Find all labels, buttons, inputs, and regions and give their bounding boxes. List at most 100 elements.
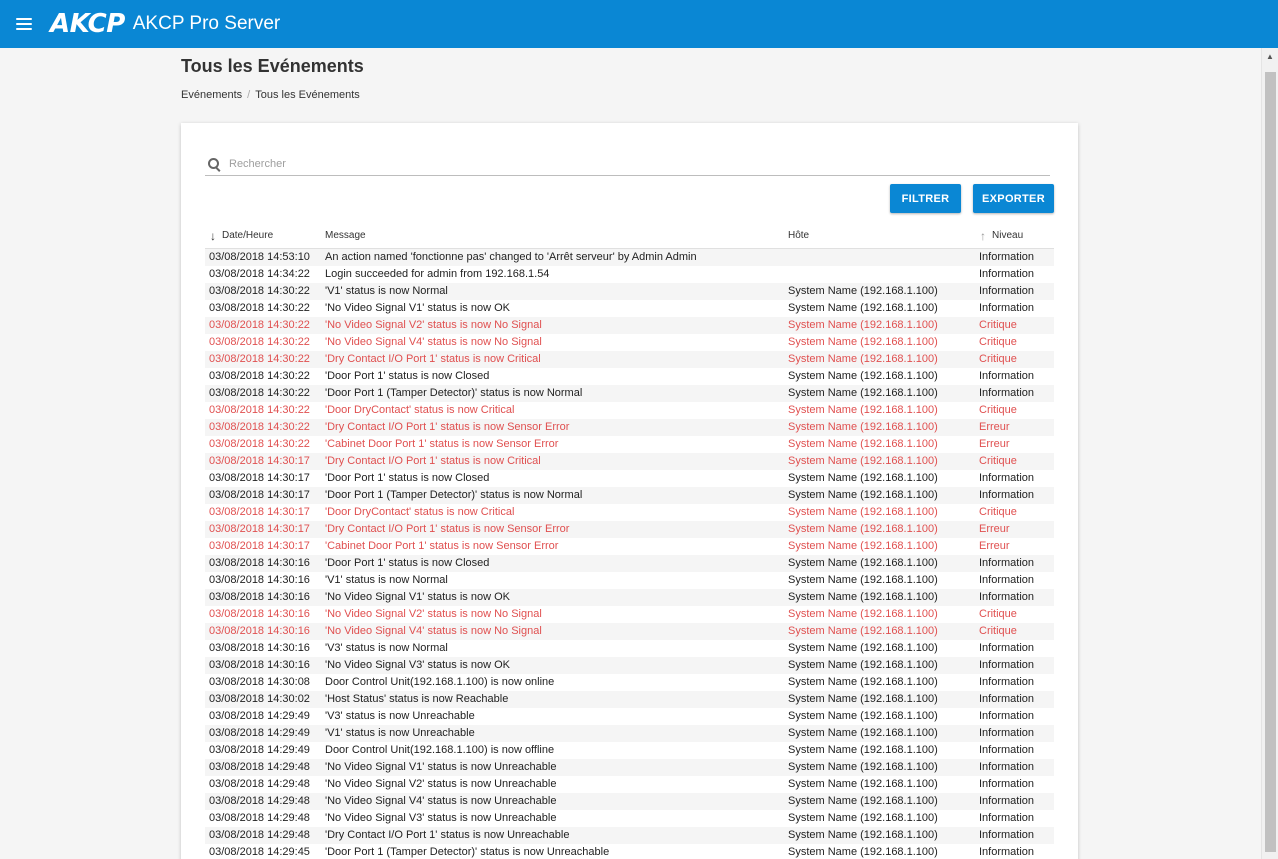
table-row[interactable]: 03/08/2018 14:29:49 'V1' status is now Un… xyxy=(205,725,1054,742)
cell-level: Information xyxy=(979,251,1035,263)
table-row[interactable]: 03/08/2018 14:29:48 'Dry Contact I/O Port… xyxy=(205,827,1054,844)
cell-host: System Name (192.168.1.100) xyxy=(788,710,938,722)
cell-level: Information xyxy=(979,812,1035,824)
table-row[interactable]: 03/08/2018 14:30:22 'No Video Signal V2' … xyxy=(205,317,1054,334)
table-row[interactable]: 03/08/2018 14:29:49 'V3' status is now Un… xyxy=(205,708,1054,725)
cell-host: System Name (192.168.1.100) xyxy=(788,387,938,399)
table-row[interactable]: 03/08/2018 14:30:17 'Door DryContact' sta… xyxy=(205,504,1054,521)
column-header-date[interactable]: ↓ Date/Heure xyxy=(210,223,273,249)
table-row[interactable]: 03/08/2018 14:30:16 'Door Port 1' status … xyxy=(205,555,1054,572)
cell-message: Door Control Unit(192.168.1.100) is now … xyxy=(325,744,555,756)
cell-date: 03/08/2018 14:53:10 xyxy=(209,251,310,263)
table-row[interactable]: 03/08/2018 14:34:22 Login succeeded for a… xyxy=(205,266,1054,283)
column-header-level[interactable]: ↑ Niveau xyxy=(980,223,1023,249)
table-row[interactable]: 03/08/2018 14:30:22 'Cabinet Door Port 1'… xyxy=(205,436,1054,453)
cell-host: System Name (192.168.1.100) xyxy=(788,438,938,450)
events-card: FILTRER EXPORTER ↓ Date/Heure Message Hô… xyxy=(181,123,1078,859)
cell-date: 03/08/2018 14:29:48 xyxy=(209,778,310,790)
column-header-message[interactable]: Message xyxy=(325,223,366,249)
cell-level: Information xyxy=(979,659,1035,671)
table-row[interactable]: 03/08/2018 14:30:22 'Dry Contact I/O Port… xyxy=(205,419,1054,436)
table-row[interactable]: 03/08/2018 14:30:22 'Dry Contact I/O Port… xyxy=(205,351,1054,368)
cell-level: Critique xyxy=(979,608,1017,620)
table-row[interactable]: 03/08/2018 14:30:22 'Door Port 1' status … xyxy=(205,368,1054,385)
arrow-up-icon: ↑ xyxy=(980,229,986,243)
cell-host: System Name (192.168.1.100) xyxy=(788,421,938,433)
cell-message: 'No Video Signal V4' status is now No Si… xyxy=(325,336,542,348)
scroll-up-arrow-icon[interactable]: ▲ xyxy=(1262,48,1278,66)
table-row[interactable]: 03/08/2018 14:29:45 'Door Port 1 (Tamper … xyxy=(205,844,1054,859)
cell-host: System Name (192.168.1.100) xyxy=(788,302,938,314)
cell-level: Information xyxy=(979,387,1035,399)
table-row[interactable]: 03/08/2018 14:30:16 'No Video Signal V3' … xyxy=(205,657,1054,674)
breadcrumb-item-events[interactable]: Evénements xyxy=(181,89,242,101)
table-row[interactable]: 03/08/2018 14:30:16 'No Video Signal V1' … xyxy=(205,589,1054,606)
breadcrumb: Evénements / Tous les Evénements xyxy=(181,89,360,101)
cell-message: 'No Video Signal V2' status is now No Si… xyxy=(325,608,542,620)
filter-button[interactable]: FILTRER xyxy=(890,184,961,213)
cell-host: System Name (192.168.1.100) xyxy=(788,489,938,501)
cell-message: 'V3' status is now Unreachable xyxy=(325,710,475,722)
cell-date: 03/08/2018 14:29:48 xyxy=(209,761,310,773)
cell-level: Erreur xyxy=(979,523,1010,535)
cell-message: 'No Video Signal V3' status is now OK xyxy=(325,659,510,671)
cell-level: Information xyxy=(979,676,1035,688)
table-row[interactable]: 03/08/2018 14:30:22 'V1' status is now No… xyxy=(205,283,1054,300)
cell-date: 03/08/2018 14:30:16 xyxy=(209,591,310,603)
table-row[interactable]: 03/08/2018 14:29:48 'No Video Signal V4' … xyxy=(205,793,1054,810)
cell-host: System Name (192.168.1.100) xyxy=(788,795,938,807)
cell-level: Information xyxy=(979,778,1035,790)
table-row[interactable]: 03/08/2018 14:30:17 'Door Port 1' status … xyxy=(205,470,1054,487)
cell-host: System Name (192.168.1.100) xyxy=(788,285,938,297)
table-row[interactable]: 03/08/2018 14:30:22 'No Video Signal V4' … xyxy=(205,334,1054,351)
table-row[interactable]: 03/08/2018 14:30:16 'V1' status is now No… xyxy=(205,572,1054,589)
cell-date: 03/08/2018 14:30:22 xyxy=(209,421,310,433)
table-row[interactable]: 03/08/2018 14:30:17 'Dry Contact I/O Port… xyxy=(205,453,1054,470)
menu-icon[interactable] xyxy=(16,18,32,30)
cell-date: 03/08/2018 14:34:22 xyxy=(209,268,310,280)
cell-host: System Name (192.168.1.100) xyxy=(788,608,938,620)
scrollbar-thumb[interactable] xyxy=(1265,72,1276,852)
table-row[interactable]: 03/08/2018 14:30:22 'Door DryContact' sta… xyxy=(205,402,1054,419)
table-row[interactable]: 03/08/2018 14:30:16 'V3' status is now No… xyxy=(205,640,1054,657)
column-header-host[interactable]: Hôte xyxy=(788,223,809,249)
cell-date: 03/08/2018 14:30:16 xyxy=(209,625,310,637)
cell-level: Information xyxy=(979,489,1035,501)
cell-level: Information xyxy=(979,642,1035,654)
cell-level: Critique xyxy=(979,506,1017,518)
cell-host: System Name (192.168.1.100) xyxy=(788,744,938,756)
cell-message: 'Door DryContact' status is now Critical xyxy=(325,404,515,416)
cell-host: System Name (192.168.1.100) xyxy=(788,676,938,688)
cell-level: Information xyxy=(979,302,1035,314)
table-row[interactable]: 03/08/2018 14:30:22 'Door Port 1 (Tamper … xyxy=(205,385,1054,402)
cell-host: System Name (192.168.1.100) xyxy=(788,472,938,484)
table-row[interactable]: 03/08/2018 14:30:17 'Door Port 1 (Tamper … xyxy=(205,487,1054,504)
cell-date: 03/08/2018 14:29:49 xyxy=(209,727,310,739)
table-row[interactable]: 03/08/2018 14:30:16 'No Video Signal V2' … xyxy=(205,606,1054,623)
cell-host: System Name (192.168.1.100) xyxy=(788,540,938,552)
table-row[interactable]: 03/08/2018 14:29:48 'No Video Signal V2' … xyxy=(205,776,1054,793)
table-row[interactable]: 03/08/2018 14:30:22 'No Video Signal V1' … xyxy=(205,300,1054,317)
table-row[interactable]: 03/08/2018 14:30:16 'No Video Signal V4' … xyxy=(205,623,1054,640)
cell-host: System Name (192.168.1.100) xyxy=(788,557,938,569)
cell-date: 03/08/2018 14:30:17 xyxy=(209,540,310,552)
table-row[interactable]: 03/08/2018 14:30:08 Door Control Unit(192… xyxy=(205,674,1054,691)
cell-message: 'V1' status is now Normal xyxy=(325,285,448,297)
cell-date: 03/08/2018 14:30:22 xyxy=(209,302,310,314)
cell-host: System Name (192.168.1.100) xyxy=(788,642,938,654)
cell-date: 03/08/2018 14:30:22 xyxy=(209,387,310,399)
table-row[interactable]: 03/08/2018 14:29:48 'No Video Signal V3' … xyxy=(205,810,1054,827)
table-row[interactable]: 03/08/2018 14:30:17 'Cabinet Door Port 1'… xyxy=(205,538,1054,555)
export-button[interactable]: EXPORTER xyxy=(973,184,1054,213)
table-row[interactable]: 03/08/2018 14:29:49 Door Control Unit(192… xyxy=(205,742,1054,759)
cell-date: 03/08/2018 14:30:22 xyxy=(209,438,310,450)
table-row[interactable]: 03/08/2018 14:30:17 'Dry Contact I/O Port… xyxy=(205,521,1054,538)
cell-date: 03/08/2018 14:30:22 xyxy=(209,404,310,416)
table-row[interactable]: 03/08/2018 14:53:10 An action named 'fonc… xyxy=(205,249,1054,266)
cell-host: System Name (192.168.1.100) xyxy=(788,591,938,603)
table-row[interactable]: 03/08/2018 14:29:48 'No Video Signal V1' … xyxy=(205,759,1054,776)
table-row[interactable]: 03/08/2018 14:30:02 'Host Status' status … xyxy=(205,691,1054,708)
search-input[interactable] xyxy=(229,158,1029,170)
page-scrollbar[interactable]: ▲ xyxy=(1261,48,1278,859)
cell-host: System Name (192.168.1.100) xyxy=(788,574,938,586)
